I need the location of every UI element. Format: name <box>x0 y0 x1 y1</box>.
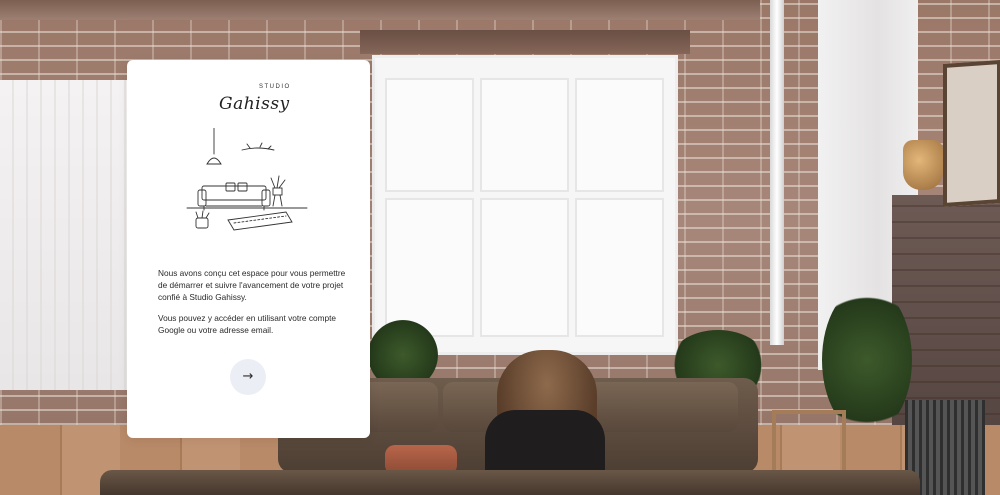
welcome-paragraph-2: Vous pouvez y accéder en utilisant votre… <box>158 312 337 335</box>
next-button[interactable]: → <box>230 359 266 395</box>
window-lintel <box>360 30 690 54</box>
logo-script-name: Gahissy <box>219 94 290 114</box>
mantel-vase <box>903 140 943 190</box>
mantel-frame <box>943 59 1000 208</box>
welcome-text: Nous avons conçu cet espace pour vous pe… <box>158 267 348 344</box>
wall-pipe <box>770 0 784 345</box>
left-window-curtain <box>0 80 130 390</box>
ceiling-beam <box>0 0 760 20</box>
living-room-sketch-icon <box>186 128 308 231</box>
arrow-right-icon: → <box>242 369 254 384</box>
foreground-sofa <box>100 470 920 495</box>
studio-logo: STUDIO Gahissy <box>127 80 370 125</box>
welcome-card: STUDIO Gahissy Nous avons conçu cet espa… <box>127 60 370 438</box>
side-table <box>772 410 846 476</box>
main-window <box>372 55 678 355</box>
welcome-paragraph-1: Nous avons conçu cet espace pour vous pe… <box>158 268 346 303</box>
logo-overline: STUDIO <box>259 84 291 90</box>
